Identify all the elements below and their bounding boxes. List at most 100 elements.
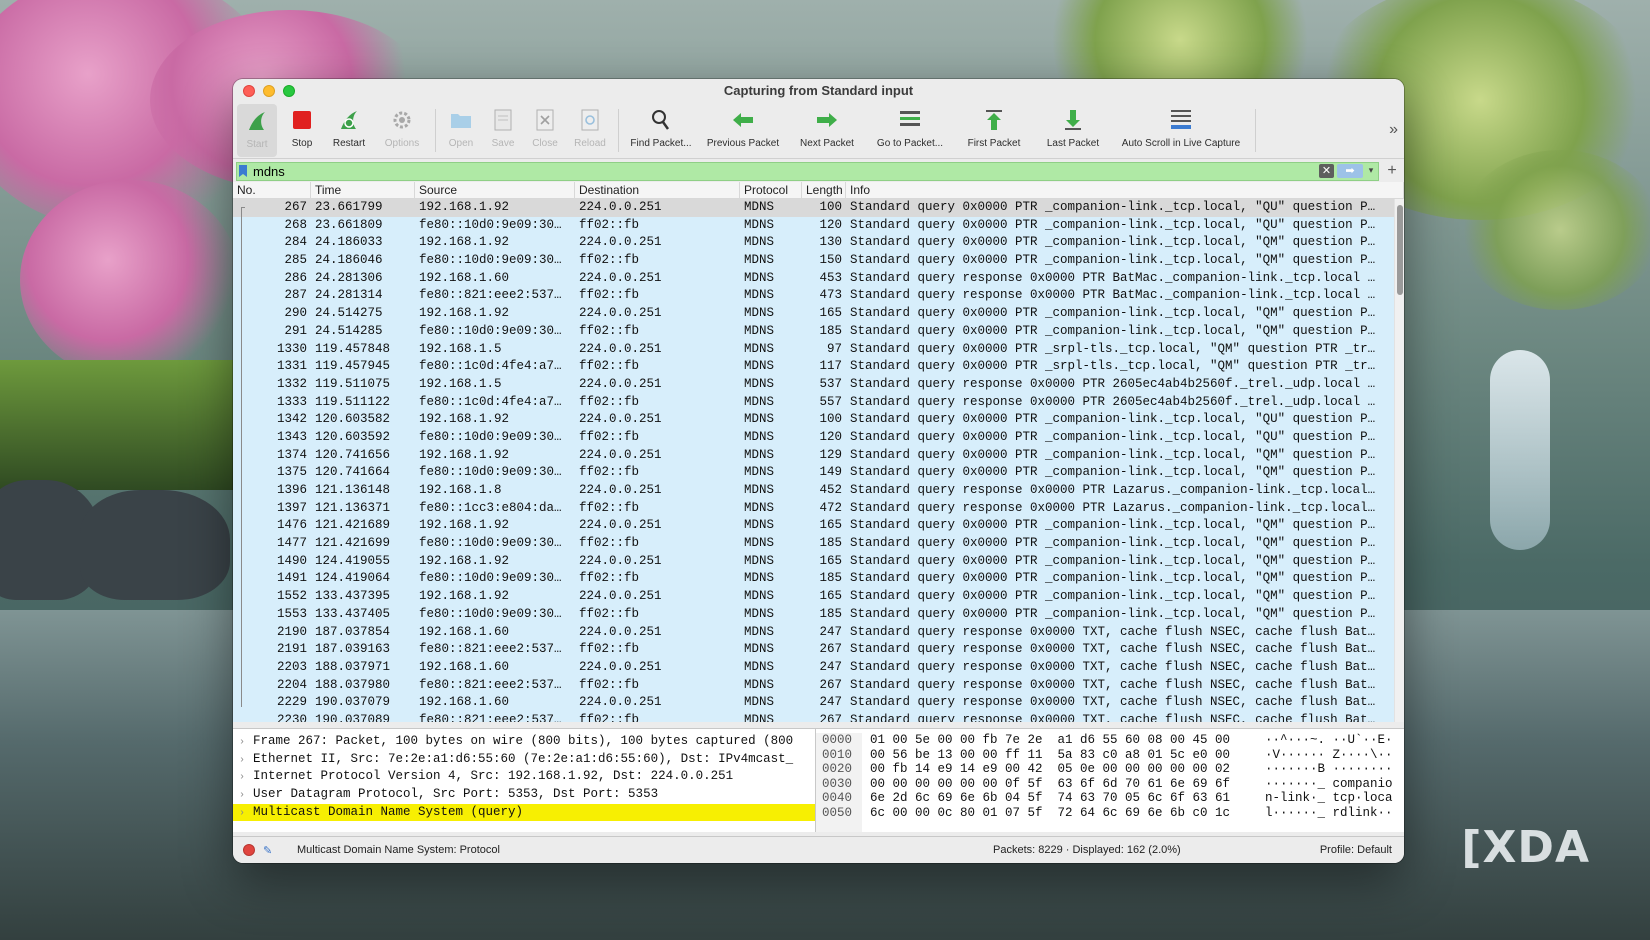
packet-row[interactable]: 267 23.661799 192.168.1.92 224.0.0.251 MDNS 1…	[233, 199, 1404, 217]
packet-row[interactable]: 291 24.514285 fe80::10d0:9e09:30… ff02::fb M…	[233, 322, 1404, 341]
details-tree-item[interactable]: › Frame 267: Packet, 100 bytes on wire (8…	[233, 733, 815, 751]
capture-options-button[interactable]: Options	[373, 103, 431, 158]
details-tree-item[interactable]: › Internet Protocol Version 4, Src: 192.1…	[233, 768, 815, 786]
expand-chevron-icon[interactable]: ›	[239, 769, 253, 786]
packet-source-cell: 192.168.1.60	[419, 695, 510, 710]
packet-time-cell: 119.457848	[315, 341, 391, 356]
packet-row[interactable]: 1476 121.421689 192.168.1.92 224.0.0.251 MDN…	[233, 517, 1404, 536]
start-capture-button[interactable]: Start	[237, 104, 277, 157]
packet-row[interactable]: 1491 124.419064 fe80::10d0:9e09:30… ff02::f…	[233, 570, 1404, 589]
details-tree-item[interactable]: › Ethernet II, Src: 7e:2e:a1:d6:55:60 (7e…	[233, 751, 815, 769]
packet-source-cell: fe80::821:eee2:537…	[419, 288, 562, 303]
packet-destination-cell: 224.0.0.251	[579, 376, 662, 391]
column-header-info[interactable]: Info	[846, 182, 1404, 198]
packet-row[interactable]: 2191 187.039163 fe80::821:eee2:537… ff02::f…	[233, 641, 1404, 659]
go-to-packet-button[interactable]: Go to Packet...	[867, 103, 953, 158]
packet-row[interactable]: 285 24.186046 fe80::10d0:9e09:30… ff02::fb M…	[233, 252, 1404, 270]
stop-capture-button[interactable]: Stop	[279, 103, 325, 158]
arrow-right-icon	[814, 107, 840, 133]
packet-row[interactable]: 1490 124.419055 192.168.1.92 224.0.0.251 MDN…	[233, 552, 1404, 571]
packet-length-cell: 120	[819, 217, 842, 232]
restart-capture-button[interactable]: Restart	[325, 103, 373, 158]
packet-source-cell: 192.168.1.60	[419, 659, 510, 674]
packet-row[interactable]: 1477 121.421699 fe80::10d0:9e09:30… ff02::f…	[233, 535, 1404, 553]
save-file-button[interactable]: Save	[482, 103, 524, 158]
packet-time-cell: 190.037089	[315, 712, 391, 722]
auto-scroll-button[interactable]: Auto Scroll in Live Capture	[1111, 103, 1251, 158]
packet-info-cell: Standard query 0x0000 PTR _companion-lin…	[850, 518, 1376, 533]
column-header-length[interactable]: Length	[802, 182, 846, 198]
capture-status-indicator-icon[interactable]	[243, 844, 255, 856]
status-profile[interactable]: Profile: Default	[1320, 844, 1392, 856]
column-header-protocol[interactable]: Protocol	[740, 182, 802, 198]
bookmark-icon[interactable]	[237, 162, 249, 181]
column-header-no[interactable]: No.	[233, 182, 311, 198]
packet-info-cell: Standard query response 0x0000 PTR BatMa…	[850, 270, 1376, 285]
packet-row[interactable]: 1397 121.136371 fe80::1cc3:e804:da… ff02::f…	[233, 499, 1404, 518]
byte-offset: 0040	[822, 791, 853, 806]
packet-list-scrollbar[interactable]	[1394, 199, 1404, 722]
packet-row[interactable]: 2229 190.037079 192.168.1.60 224.0.0.251 MDN…	[233, 694, 1404, 712]
packet-row[interactable]: 1343 120.603592 fe80::10d0:9e09:30… ff02::f…	[233, 428, 1404, 447]
gear-icon	[389, 107, 415, 133]
packet-row[interactable]: 1331 119.457945 fe80::1c0d:4fe4:a7… ff02::f…	[233, 358, 1404, 376]
packet-row[interactable]: 1332 119.511075 192.168.1.5 224.0.0.251 MDNS…	[233, 375, 1404, 394]
previous-packet-button[interactable]: Previous Packet	[699, 103, 787, 158]
reload-file-button[interactable]: Reload	[566, 103, 614, 158]
find-packet-button[interactable]: Find Packet...	[623, 103, 699, 158]
open-file-button[interactable]: Open	[440, 103, 482, 158]
clear-filter-icon[interactable]: ✕	[1319, 163, 1334, 178]
packet-row[interactable]: 1375 120.741664 fe80::10d0:9e09:30… ff02::f…	[233, 464, 1404, 482]
packet-row[interactable]: 290 24.514275 192.168.1.92 224.0.0.251 MDNS 1…	[233, 305, 1404, 323]
packet-row[interactable]: 1396 121.136148 192.168.1.8 224.0.0.251 MDNS…	[233, 482, 1404, 500]
packet-row[interactable]: 2203 188.037971 192.168.1.60 224.0.0.251 MDN…	[233, 658, 1404, 677]
apply-filter-button[interactable]: ➡	[1337, 163, 1363, 178]
column-header-destination[interactable]: Destination	[575, 182, 740, 198]
packet-row[interactable]: 286 24.281306 192.168.1.60 224.0.0.251 MDNS 4…	[233, 269, 1404, 288]
toolbar-overflow-chevron-icon[interactable]: »	[1389, 121, 1398, 139]
packet-row[interactable]: 287 24.281314 fe80::821:eee2:537… ff02::fb M…	[233, 287, 1404, 306]
expand-chevron-icon[interactable]: ›	[239, 805, 253, 822]
packet-row[interactable]: 1553 133.437405 fe80::10d0:9e09:30… ff02::f…	[233, 605, 1404, 624]
details-tree-item[interactable]: › Multicast Domain Name System (query)	[233, 803, 815, 822]
expand-chevron-icon[interactable]: ›	[239, 787, 253, 804]
packet-row[interactable]: 1342 120.603582 192.168.1.92 224.0.0.251 MDN…	[233, 411, 1404, 429]
packet-source-cell: fe80::10d0:9e09:30…	[419, 217, 562, 232]
packet-protocol-cell: MDNS	[744, 536, 775, 551]
packet-info-cell: Standard query 0x0000 PTR _companion-lin…	[850, 465, 1376, 480]
packet-time-cell: 190.037079	[315, 695, 391, 710]
packet-row[interactable]: 1333 119.511122 fe80::1c0d:4fe4:a7… ff02::f…	[233, 393, 1404, 412]
packet-row[interactable]: 1330 119.457848 192.168.1.5 224.0.0.251 MDNS…	[233, 340, 1404, 359]
expand-chevron-icon[interactable]: ›	[239, 752, 253, 769]
packet-source-cell: 192.168.1.92	[419, 412, 510, 427]
packet-row[interactable]: 2204 188.037980 fe80::821:eee2:537… ff02::f…	[233, 676, 1404, 695]
packet-info-cell: Standard query response 0x0000 TXT, cach…	[850, 659, 1376, 674]
packet-source-cell: 192.168.1.60	[419, 270, 510, 285]
expand-chevron-icon[interactable]: ›	[239, 734, 253, 751]
edit-comment-icon[interactable]: ✎	[263, 844, 277, 857]
column-header-source[interactable]: Source	[415, 182, 575, 198]
maximize-window-button[interactable]	[283, 85, 295, 97]
packet-destination-cell: 224.0.0.251	[579, 200, 662, 214]
packet-row[interactable]: 1552 133.437395 192.168.1.92 224.0.0.251 MDN…	[233, 588, 1404, 606]
packet-destination-cell: 224.0.0.251	[579, 624, 662, 639]
details-tree-item[interactable]: › User Datagram Protocol, Src Port: 5353,…	[233, 786, 815, 804]
column-header-time[interactable]: Time	[311, 182, 415, 198]
scrollbar-thumb[interactable]	[1397, 205, 1403, 295]
add-filter-button[interactable]: +	[1383, 162, 1401, 180]
packet-row[interactable]: 2230 190.037089 fe80::821:eee2:537… ff02::f…	[233, 711, 1404, 722]
next-packet-button[interactable]: Next Packet	[787, 103, 867, 158]
display-filter-input[interactable]	[249, 162, 649, 180]
minimize-window-button[interactable]	[263, 85, 275, 97]
first-packet-button[interactable]: First Packet	[953, 103, 1035, 158]
close-window-button[interactable]	[243, 85, 255, 97]
last-packet-button[interactable]: Last Packet	[1035, 103, 1111, 158]
filter-history-dropdown-icon[interactable]: ▾	[1366, 165, 1376, 176]
packet-row[interactable]: 2190 187.037854 192.168.1.60 224.0.0.251 MDN…	[233, 623, 1404, 642]
packet-length-cell: 185	[819, 606, 842, 621]
packet-row[interactable]: 1374 120.741656 192.168.1.92 224.0.0.251 MDN…	[233, 446, 1404, 465]
packet-row[interactable]: 284 24.186033 192.168.1.92 224.0.0.251 MDNS 1…	[233, 234, 1404, 253]
close-file-button[interactable]: Close	[524, 103, 566, 158]
packet-protocol-cell: MDNS	[744, 253, 775, 268]
packet-row[interactable]: 268 23.661809 fe80::10d0:9e09:30… ff02::fb M…	[233, 216, 1404, 235]
